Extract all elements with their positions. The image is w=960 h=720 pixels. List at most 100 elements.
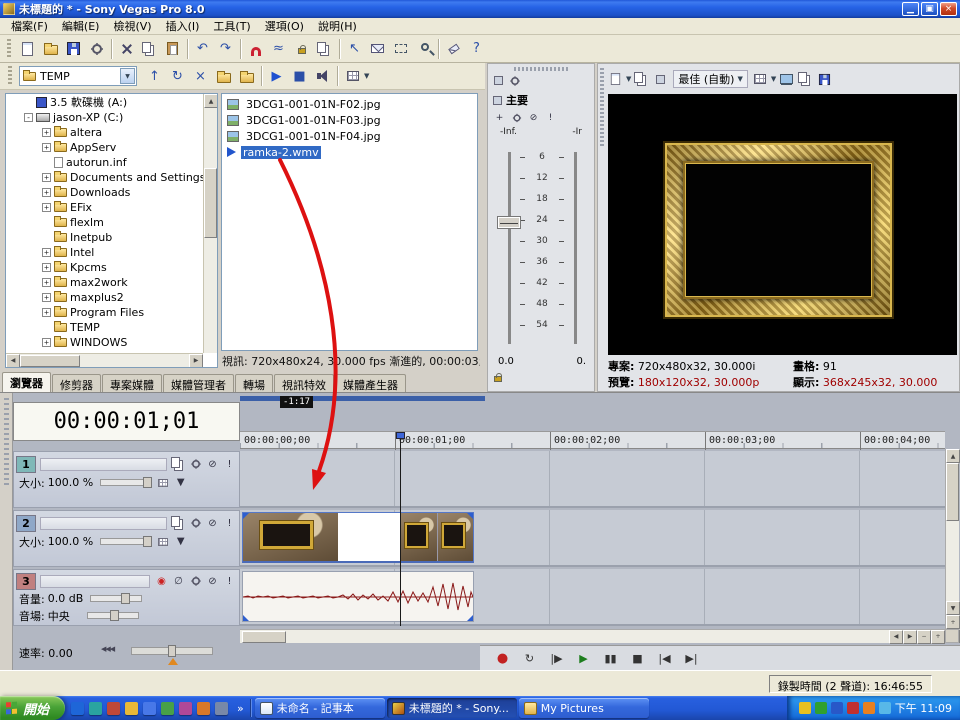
envelope-edit-tool-button[interactable] (366, 37, 389, 60)
tree-expander[interactable]: + (42, 173, 51, 182)
scroll-down-button[interactable]: ▼ (946, 601, 960, 615)
quicklaunch-icon-9[interactable] (215, 702, 228, 715)
solo-button[interactable]: ! (222, 516, 237, 531)
video-event-clip[interactable] (242, 512, 474, 563)
solo-button[interactable]: ! (222, 574, 237, 589)
preview-properties-button[interactable] (607, 71, 624, 88)
bus-fx-button[interactable] (510, 111, 523, 124)
preview-quality-dropdown[interactable]: 最佳 (自動) ▼ (673, 70, 747, 88)
go-to-end-button[interactable]: ▶| (679, 649, 704, 669)
rate-thumb[interactable] (168, 645, 176, 657)
tree-item[interactable]: +maxplus2 (6, 289, 217, 304)
tree-expander[interactable]: + (42, 338, 51, 347)
pen-tool-button[interactable] (442, 37, 465, 60)
play-from-start-button[interactable]: |▶ (544, 649, 569, 669)
menu-options[interactable]: 選項(O) (258, 17, 311, 35)
menu-view[interactable]: 檢視(V) (106, 17, 158, 35)
make-compositing-child-button[interactable]: ▼ (173, 534, 188, 549)
tree-item[interactable]: +Program Files (6, 304, 217, 319)
track-motion-button[interactable] (171, 516, 186, 531)
go-to-start-button[interactable]: |◀ (652, 649, 677, 669)
quicklaunch-icon-1[interactable] (71, 702, 84, 715)
track-header-1[interactable]: 1 ⊘ ! 大小: 100.0 % ▼ (13, 451, 240, 508)
menu-edit[interactable]: 編輯(E) (55, 17, 107, 35)
grid-dropdown-arrow[interactable]: ▼ (771, 75, 776, 83)
selection-edit-tool-button[interactable] (389, 37, 412, 60)
save-button[interactable] (62, 37, 85, 60)
tree-item[interactable]: +Kpcms (6, 259, 217, 274)
address-combobox[interactable]: TEMP ▼ (19, 66, 137, 86)
timeline-grip[interactable] (0, 393, 13, 671)
taskbar-task-my-pictures[interactable]: My Pictures (519, 698, 649, 718)
rate-slider[interactable] (131, 647, 213, 655)
tree-item[interactable]: +AppServ (6, 139, 217, 154)
tree-vertical-scrollbar[interactable]: ▲ (203, 94, 217, 353)
menu-help[interactable]: 說明(H) (311, 17, 364, 35)
slider-thumb[interactable] (143, 477, 152, 488)
zoom-in-time-button[interactable]: + (931, 630, 945, 644)
track-1-lane[interactable] (240, 451, 945, 508)
quicklaunch-icon-8[interactable] (197, 702, 210, 715)
scrollbar-thumb[interactable] (946, 463, 959, 521)
tree-item[interactable]: -jason-XP (C:) (6, 109, 217, 124)
track-motion-button[interactable] (171, 457, 186, 472)
slider-thumb[interactable] (110, 610, 119, 621)
fader-lock-icon[interactable] (494, 376, 502, 382)
scroll-up-button[interactable]: ▲ (946, 449, 960, 463)
auto-preview-button[interactable] (311, 65, 334, 88)
tray-icon-3[interactable] (831, 702, 843, 714)
scrollbar-thumb[interactable] (20, 355, 80, 367)
tree-expander[interactable]: + (42, 248, 51, 257)
bus-plus-button[interactable]: + (493, 111, 506, 124)
record-button[interactable]: ● (490, 649, 515, 669)
mute-button[interactable]: ⊘ (205, 574, 220, 589)
tray-icon-1[interactable] (799, 702, 811, 714)
current-time-display[interactable]: 00:00:01;01 (13, 402, 240, 441)
tree-item[interactable]: 3.5 軟碟機 (A:) (6, 94, 217, 109)
tab-media-generators[interactable]: 媒體產生器 (335, 374, 406, 392)
minimize-button[interactable]: ▁ (902, 2, 919, 16)
tree-item[interactable]: autorun.inf (6, 154, 217, 169)
tree-item[interactable]: flexlm (6, 214, 217, 229)
level-slider[interactable] (100, 479, 152, 486)
compositing-mode-button[interactable] (155, 534, 170, 549)
copy-snapshot-button[interactable] (797, 71, 814, 88)
mute-button[interactable]: ⊘ (205, 516, 220, 531)
toolbar-grip[interactable] (7, 39, 11, 59)
new-folder-button[interactable] (212, 65, 235, 88)
record-arm-button[interactable]: ◉ (154, 574, 169, 589)
tree-expander[interactable]: + (42, 308, 51, 317)
ignore-event-grouping-button[interactable] (313, 37, 336, 60)
project-properties-button[interactable] (85, 37, 108, 60)
master-bus-header[interactable]: 主要 (488, 90, 594, 110)
undo-button[interactable]: ↶ (191, 37, 214, 60)
bus-mute-button[interactable]: ⊘ (527, 111, 540, 124)
tree-expander[interactable]: + (42, 128, 51, 137)
quicklaunch-icon-6[interactable] (161, 702, 174, 715)
overlays-button[interactable] (652, 71, 669, 88)
zoom-edit-tool-button[interactable] (412, 37, 435, 60)
track-header-3[interactable]: 3 ◉ ∅ ⊘ ! 音量: 0.0 dB 音場: 中央 (13, 569, 240, 626)
lock-envelopes-button[interactable] (290, 37, 313, 60)
views-button[interactable] (341, 65, 364, 88)
edit-cursor[interactable] (400, 433, 401, 626)
tree-item[interactable]: +WINDOWS (6, 334, 217, 349)
stop-preview-button[interactable]: ■ (288, 65, 311, 88)
quicklaunch-icon-7[interactable] (179, 702, 192, 715)
compositing-mode-button[interactable] (155, 475, 170, 490)
quicklaunch-icon-2[interactable] (89, 702, 102, 715)
volume-slider[interactable] (90, 595, 142, 602)
up-one-level-button[interactable]: ↑ (143, 65, 166, 88)
views-dropdown-arrow[interactable]: ▼ (364, 72, 369, 80)
tree-expander[interactable]: - (24, 113, 33, 122)
pause-button[interactable]: ▮▮ (598, 649, 623, 669)
split-screen-view-button[interactable] (633, 71, 650, 88)
track-2-fade-strip[interactable] (40, 517, 167, 530)
stop-button[interactable]: ■ (625, 649, 650, 669)
scroll-up-button[interactable]: ▲ (204, 94, 218, 108)
file-row[interactable]: 3DCG1-001-01N-F03.jpg (222, 112, 477, 128)
play-button[interactable]: ▶ (571, 649, 596, 669)
preview-grip[interactable] (600, 68, 604, 148)
track-fx-button[interactable] (188, 574, 203, 589)
quicklaunch-icon-5[interactable] (143, 702, 156, 715)
